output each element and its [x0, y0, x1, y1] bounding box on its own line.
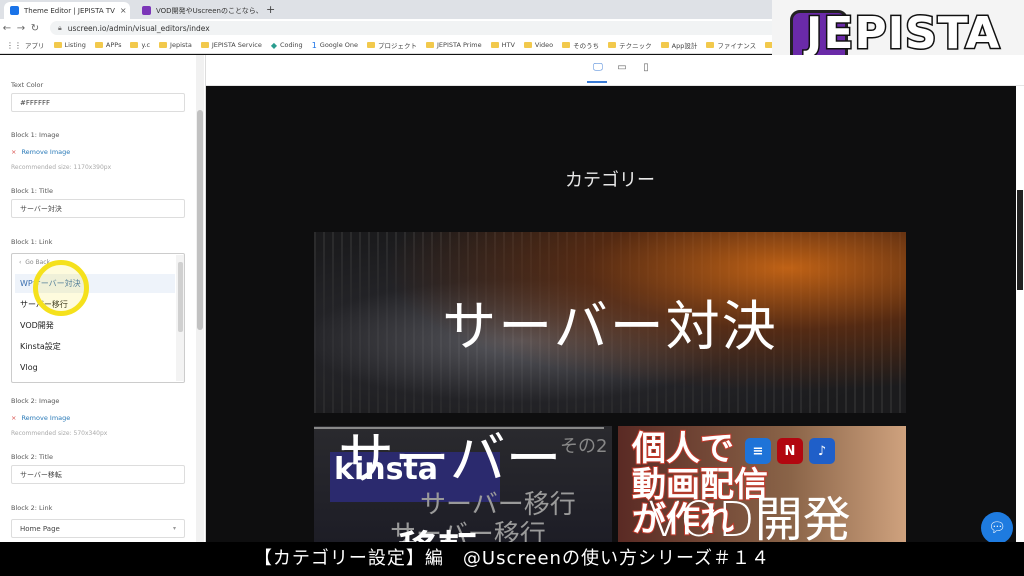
cursor-highlight [33, 260, 89, 316]
code-icon: ◆ [270, 40, 277, 50]
folder-icon [200, 42, 209, 48]
folder-icon [660, 42, 669, 48]
bookmark-htv[interactable]: HTV [490, 41, 515, 49]
streaming-app-icons: ≡ N ♪ [745, 438, 835, 464]
mobile-icon[interactable]: ▯ [639, 62, 653, 73]
tab-theme-editor[interactable]: Theme Editor | JEPISTA TV × [4, 2, 130, 19]
tab-title: VOD開発やUscreenのことなら、JEPI [156, 6, 262, 15]
google-one-icon: 1 [311, 40, 317, 50]
app-icon: ♪ [809, 438, 835, 464]
folder-icon [426, 42, 435, 48]
active-device-indicator [587, 81, 607, 83]
forward-icon[interactable]: → [14, 23, 28, 34]
bookmark-jepista-service[interactable]: JEPISTA Service [200, 41, 262, 49]
bookmark-jepista[interactable]: Jepista [159, 41, 192, 49]
dropdown-option[interactable]: VOD開発 [15, 316, 175, 335]
lock-icon: 🔒︎ [58, 23, 62, 32]
block1-link-label: Block 1: Link [11, 238, 53, 246]
dropdown-option[interactable]: Vlog [15, 358, 175, 377]
reload-icon[interactable]: ↻ [28, 23, 42, 34]
remove-icon: × [11, 148, 17, 156]
chevron-down-icon: ▾ [172, 525, 176, 532]
settings-panel: Text Color #FFFFFF Block 1: Image × Remo… [0, 55, 206, 542]
bookmark-yc[interactable]: y.c [130, 41, 150, 49]
dropdown-scroll-thumb[interactable] [178, 262, 183, 332]
folder-icon [130, 42, 139, 48]
bookmark-sonouchi[interactable]: そのうち [562, 40, 599, 50]
folder-icon [367, 42, 376, 48]
category-section-title: カテゴリー [565, 170, 655, 191]
folder-icon [706, 42, 715, 48]
folder-icon [159, 42, 168, 48]
tab-jepista[interactable]: VOD開発やUscreenのことなら、JEPI × [136, 2, 262, 19]
apps-grid-icon: ⋮⋮ [6, 40, 22, 50]
folder-icon [490, 42, 499, 48]
desktop-icon[interactable]: 🖵︎ [591, 62, 605, 73]
netflix-icon: N [777, 438, 803, 464]
block2-recommended-size: Recommended size: 570x340px [11, 430, 108, 437]
close-tab-icon[interactable]: × [120, 6, 127, 15]
new-tab-button[interactable]: + [266, 3, 275, 16]
bookmark-coding[interactable]: ◆ Coding [271, 41, 303, 50]
bookmark-jepista-prime[interactable]: JEPISTA Prime [426, 41, 482, 49]
folder-icon [608, 42, 617, 48]
block2-link-label: Block 2: Link [11, 504, 53, 512]
jepista-logo: JEPISTA [804, 7, 1001, 61]
bookmark-technique[interactable]: テクニック [608, 40, 652, 50]
chat-support-icon[interactable]: 💬︎ [981, 512, 1013, 544]
block2-title-label: Block 2: Title [11, 453, 53, 461]
folder-icon [523, 42, 532, 48]
preview-edge [1016, 86, 1024, 542]
block2-link-select[interactable]: Home Page ▾ [11, 519, 185, 538]
bookmark-apps[interactable]: ⋮⋮ アプリ [6, 40, 45, 51]
tile-migration-label-line1: サーバー [338, 427, 562, 492]
block1-title-input[interactable]: サーバー対決 [11, 199, 185, 218]
uscreen-favicon-icon [10, 6, 19, 15]
bookmark-finance[interactable]: ファイナンス [706, 40, 756, 50]
block1-title-label: Block 1: Title [11, 187, 53, 195]
bookmark-video[interactable]: Video [523, 41, 553, 49]
tile-part-number: その2 [560, 436, 608, 457]
bookmark-app-design[interactable]: App設計 [660, 40, 697, 50]
tablet-icon[interactable]: ▭ [615, 62, 629, 73]
video-caption: 【カテゴリー設定】編 @Uscreenの使い方シリーズ＃１４ [0, 542, 1024, 576]
bookmark-project[interactable]: プロジェクト [367, 40, 417, 50]
panel-scroll-thumb[interactable] [197, 110, 203, 330]
text-color-label: Text Color [11, 81, 44, 89]
app-icon: ≡ [745, 438, 771, 464]
bookmark-google-one[interactable]: 1 Google One [312, 41, 358, 50]
bookmark-listing[interactable]: Listing [53, 41, 86, 49]
back-icon[interactable]: ← [0, 23, 14, 34]
tile-vod-label: VOD開発 [648, 492, 851, 548]
block1-recommended-size: Recommended size: 1170x390px [11, 164, 112, 171]
block2-title-input[interactable]: サーバー移転 [11, 465, 185, 484]
bookmark-apps-folder[interactable]: APPs [94, 41, 121, 49]
preview-scroll-thumb[interactable] [1017, 190, 1023, 290]
url-text: uscreen.io/admin/visual_editors/index [67, 23, 210, 33]
device-switcher: 🖵︎ ▭ ▯ [591, 62, 653, 73]
text-color-input[interactable]: #FFFFFF [11, 93, 185, 112]
folder-icon [53, 42, 62, 48]
block1-remove-image-link[interactable]: × Remove Image [11, 148, 70, 156]
remove-icon: × [11, 414, 17, 422]
folder-icon [94, 42, 103, 48]
tab-title: Theme Editor | JEPISTA TV [24, 6, 115, 15]
folder-icon [562, 42, 571, 48]
block2-remove-image-link[interactable]: × Remove Image [11, 414, 70, 422]
url-input[interactable]: 🔒︎ uscreen.io/admin/visual_editors/index [50, 21, 790, 35]
jepista-favicon-icon [142, 6, 151, 15]
tile-server-battle-label: サーバー対決 [442, 295, 778, 358]
dropdown-option[interactable]: Kinsta設定 [15, 337, 175, 356]
block1-image-label: Block 1: Image [11, 131, 60, 139]
block2-image-label: Block 2: Image [11, 397, 60, 405]
